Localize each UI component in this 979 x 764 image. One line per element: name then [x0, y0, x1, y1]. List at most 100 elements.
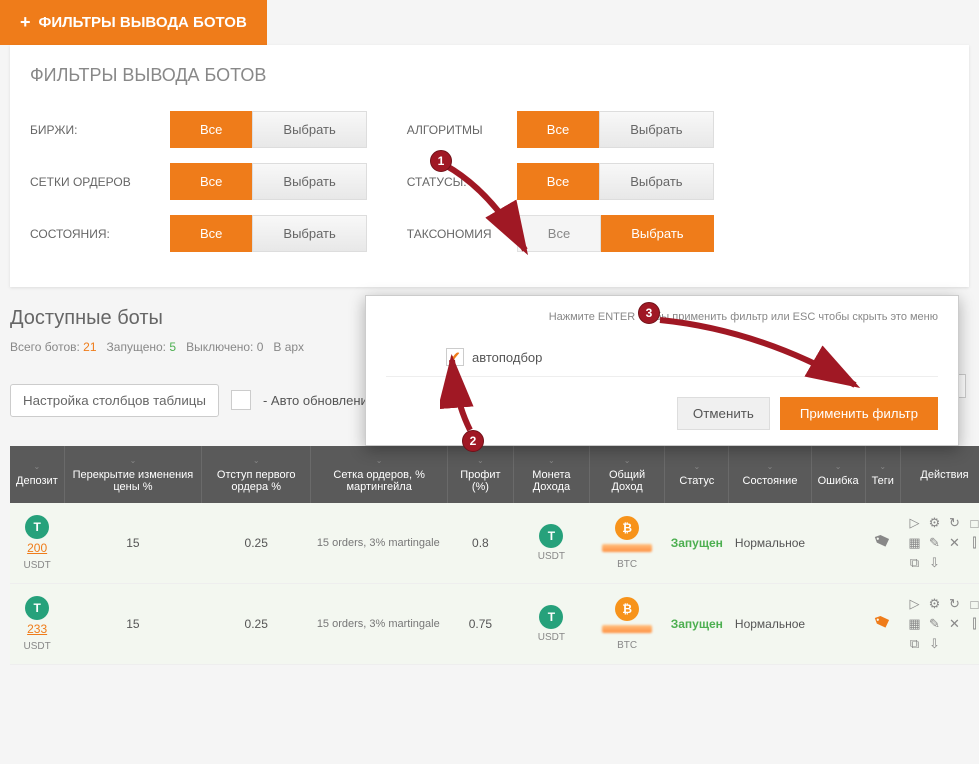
archive-icon[interactable]: ⇩ [926, 636, 942, 652]
deposit-link[interactable]: 200 [16, 541, 58, 555]
filters-panel: ФИЛЬТРЫ ВЫВОДА БОТОВ БИРЖИ: Все Выбрать … [10, 45, 969, 287]
cell-grid: 15 orders, 3% martingale [311, 584, 448, 665]
off-count: 0 [257, 340, 264, 354]
th-error[interactable]: ⌄Ошибка [811, 446, 865, 503]
cell-actions: ▷ ⚙ ↻ □ ▦ ✎ ✕ ⫿ ⧉ ⇩ [900, 503, 979, 584]
cell-profit: 0.8 [447, 503, 513, 584]
cell-income-coin: T USDT [513, 503, 589, 584]
th-deposit[interactable]: ⌄Депозит [10, 446, 64, 503]
cell-offset: 0.25 [202, 584, 311, 665]
button-group: Все Выбрать [170, 111, 367, 148]
bots-table: ⌄Депозит ⌄Перекрытие изменения цены % ⌄О… [10, 446, 979, 665]
th-grid[interactable]: ⌄Сетка ордеров, % мартингейла [311, 446, 448, 503]
cell-income-coin: T USDT [513, 584, 589, 665]
edit-icon[interactable]: ✎ [926, 535, 942, 551]
cell-state: Нормальное [729, 584, 811, 665]
auto-refresh-checkbox[interactable] [231, 390, 251, 410]
th-status[interactable]: ⌄Статус [665, 446, 729, 503]
all-button[interactable]: Все [517, 215, 601, 252]
play-icon[interactable]: ▷ [906, 515, 922, 531]
filters-header-button[interactable]: + ФИЛЬТРЫ ВЫВОДА БОТОВ [0, 0, 267, 45]
tag-icon[interactable] [871, 611, 894, 634]
cell-profit: 0.75 [447, 584, 513, 665]
cell-tags [865, 584, 900, 665]
filter-row-grids: СЕТКИ ОРДЕРОВ Все Выбрать СТАТУСЫ: Все В… [30, 163, 949, 200]
grid-icon[interactable]: ▦ [906, 535, 922, 551]
tether-icon: T [539, 524, 563, 548]
checkbox-autoselect[interactable]: ✔ [446, 348, 464, 366]
header-title: ФИЛЬТРЫ ВЫВОДА БОТОВ [39, 14, 247, 31]
cell-error [811, 584, 865, 665]
chart-icon[interactable]: ⫿ [966, 535, 979, 551]
th-income-coin[interactable]: ⌄Монета Дохода [513, 446, 589, 503]
auto-refresh-label: - Авто обновление [263, 393, 375, 408]
all-button[interactable]: Все [170, 111, 252, 148]
filter-label: СОСТОЯНИЯ: [30, 227, 150, 241]
cell-state: Нормальное [729, 503, 811, 584]
filter-row-exchanges: БИРЖИ: Все Выбрать АЛГОРИТМЫ Все Выбрать [30, 111, 949, 148]
all-button[interactable]: Все [517, 111, 599, 148]
all-button[interactable]: Все [517, 163, 599, 200]
tether-icon: T [539, 605, 563, 629]
stop-icon[interactable]: □ [966, 596, 979, 612]
deposit-coin: USDT [24, 560, 51, 571]
cell-total-income: ₿ BTC [589, 584, 664, 665]
select-button[interactable]: Выбрать [601, 215, 713, 252]
columns-settings-button[interactable]: Настройка столбцов таблицы [10, 384, 219, 417]
filter-label: СТАТУСЫ: [407, 175, 497, 189]
all-button[interactable]: Все [170, 215, 252, 252]
edit-icon[interactable]: ✎ [926, 616, 942, 632]
annotation-marker-2: 2 [462, 430, 484, 452]
th-profit[interactable]: ⌄Профит (%) [447, 446, 513, 503]
table-row: T 200 USDT 15 0.25 15 orders, 3% marting… [10, 503, 979, 584]
refresh-icon[interactable]: ↻ [946, 515, 962, 531]
th-coverage[interactable]: ⌄Перекрытие изменения цены % [64, 446, 201, 503]
cell-offset: 0.25 [202, 503, 311, 584]
th-actions: Действия [900, 446, 979, 503]
delete-icon[interactable]: ✕ [946, 616, 962, 632]
gear-icon[interactable]: ⚙ [926, 596, 942, 612]
blurred-value [602, 625, 652, 633]
apply-filter-button[interactable]: Применить фильтр [780, 397, 938, 430]
select-button[interactable]: Выбрать [599, 111, 713, 148]
select-button[interactable]: Выбрать [252, 163, 366, 200]
total-count: 21 [83, 340, 96, 354]
select-button[interactable]: Выбрать [252, 111, 366, 148]
select-button[interactable]: Выбрать [599, 163, 713, 200]
all-button[interactable]: Все [170, 163, 252, 200]
taxonomy-popup: Нажмите ENTER чтобы применить фильтр или… [365, 295, 959, 446]
cancel-button[interactable]: Отменить [677, 397, 770, 430]
th-offset[interactable]: ⌄Отступ первого ордера % [202, 446, 311, 503]
th-tags[interactable]: ⌄Теги [865, 446, 900, 503]
blurred-value [602, 544, 652, 552]
play-icon[interactable]: ▷ [906, 596, 922, 612]
cell-grid: 15 orders, 3% martingale [311, 503, 448, 584]
select-button[interactable]: Выбрать [252, 215, 366, 252]
annotation-marker-3: 3 [638, 302, 660, 324]
archive-icon[interactable]: ⇩ [926, 555, 942, 571]
cell-deposit: T 233 USDT [10, 584, 64, 665]
deposit-link[interactable]: 233 [16, 622, 58, 636]
tag-icon[interactable] [871, 530, 894, 553]
cell-total-income: ₿ BTC [589, 503, 664, 584]
refresh-icon[interactable]: ↻ [946, 596, 962, 612]
th-state[interactable]: ⌄Состояние [729, 446, 811, 503]
tether-icon: T [25, 515, 49, 539]
cell-coverage: 15 [64, 503, 201, 584]
button-group: Все Выбрать [517, 163, 714, 200]
annotation-marker-1: 1 [430, 150, 452, 172]
table-row: T 233 USDT 15 0.25 15 orders, 3% marting… [10, 584, 979, 665]
grid-icon[interactable]: ▦ [906, 616, 922, 632]
filter-label: СЕТКИ ОРДЕРОВ [30, 175, 150, 189]
chart-icon[interactable]: ⫿ [966, 616, 979, 632]
button-group: Все Выбрать [170, 163, 367, 200]
delete-icon[interactable]: ✕ [946, 535, 962, 551]
th-total-income[interactable]: ⌄Общий Доход [589, 446, 664, 503]
checkbox-row: ✔ автоподбор [386, 338, 938, 377]
plus-icon: + [20, 12, 31, 33]
copy-icon[interactable]: ⧉ [906, 636, 922, 652]
copy-icon[interactable]: ⧉ [906, 555, 922, 571]
stop-icon[interactable]: □ [966, 515, 979, 531]
gear-icon[interactable]: ⚙ [926, 515, 942, 531]
filter-label: ТАКСОНОМИЯ [407, 227, 497, 241]
